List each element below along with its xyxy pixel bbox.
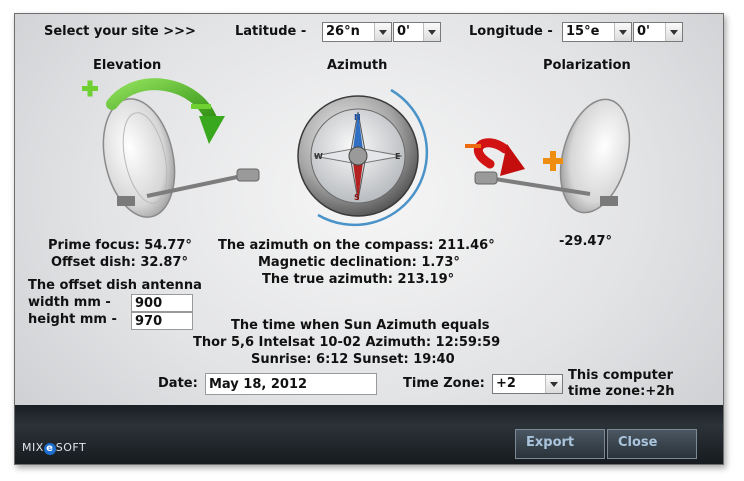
brand-e-icon: e <box>43 443 56 455</box>
longitude-degrees-value: 15°e <box>566 24 600 39</box>
sun-title: The time when Sun Azimuth equals <box>231 318 490 333</box>
height-input[interactable] <box>131 312 193 330</box>
polarization-title: Polarization <box>543 58 631 73</box>
latitude-minutes-select[interactable]: 0' <box>393 22 441 42</box>
timezone-value: +2 <box>496 376 516 391</box>
latitude-label: Latitude - <box>235 24 307 39</box>
prime-focus-value: Prime focus: 54.77° <box>48 238 192 253</box>
compass-azimuth-value: The azimuth on the compass: 211.46° <box>218 238 495 253</box>
true-azimuth-value: The true azimuth: 213.19° <box>262 272 455 287</box>
longitude-label: Longitude - <box>469 24 553 39</box>
height-label: height mm - <box>28 312 117 327</box>
polarization-value: -29.47° <box>559 234 613 249</box>
magnetic-declination-value: Magnetic declination: 1.73° <box>258 255 460 270</box>
compass-n-label: N <box>354 113 361 122</box>
minus-icon <box>465 144 481 148</box>
antenna-title: The offset dish antenna <box>28 278 202 293</box>
azimuth-title: Azimuth <box>327 58 388 73</box>
minus-icon <box>191 104 211 109</box>
plus-icon <box>82 80 98 97</box>
compass-icon: N E S W <box>297 88 429 227</box>
latitude-degrees-select[interactable]: 26°n <box>322 22 392 42</box>
width-label: width mm - <box>28 295 111 310</box>
latitude-minutes-value: 0' <box>397 24 411 39</box>
brand-logo: MIX e SOFT <box>22 441 86 455</box>
offset-dish-value: Offset dish: 32.87° <box>51 255 188 270</box>
timezone-select[interactable]: +2 <box>492 374 563 394</box>
export-button[interactable]: Export <box>515 429 605 459</box>
chevron-down-icon[interactable] <box>665 23 682 41</box>
brand-text-pre: MIX <box>22 441 44 454</box>
compass-e-label: E <box>395 152 400 161</box>
compass-w-label: W <box>314 152 323 161</box>
timezone-label: Time Zone: <box>403 376 485 391</box>
date-label: Date: <box>158 376 198 391</box>
chevron-down-icon[interactable] <box>374 23 391 41</box>
computer-timezone-line2: time zone:+2h <box>568 384 675 399</box>
computer-timezone-line1: This computer <box>568 368 674 383</box>
longitude-minutes-select[interactable]: 0' <box>633 22 683 42</box>
select-site-label: Select your site >>> <box>44 24 196 39</box>
width-input[interactable] <box>131 294 193 312</box>
longitude-minutes-value: 0' <box>637 24 651 39</box>
date-input[interactable] <box>205 373 377 395</box>
elevation-dish-icon <box>82 78 260 218</box>
longitude-degrees-select[interactable]: 15°e <box>562 22 632 42</box>
chevron-down-icon[interactable] <box>423 23 440 41</box>
chevron-down-icon[interactable] <box>614 23 631 41</box>
close-button[interactable]: Close <box>607 429 697 459</box>
elevation-title: Elevation <box>93 58 162 73</box>
sunrise-sunset-line: Sunrise: 6:12 Sunset: 19:40 <box>251 352 455 367</box>
chevron-down-icon[interactable] <box>545 375 562 393</box>
compass-s-label: S <box>354 193 360 202</box>
latitude-degrees-value: 26°n <box>326 24 360 39</box>
brand-text-post: SOFT <box>55 441 87 454</box>
app-window: Select your site >>> Latitude - 26°n 0' … <box>14 13 724 465</box>
polarization-dish-icon <box>465 98 631 214</box>
sun-satellite-line: Thor 5,6 Intelsat 10-02 Azimuth: 12:59:5… <box>193 335 501 350</box>
